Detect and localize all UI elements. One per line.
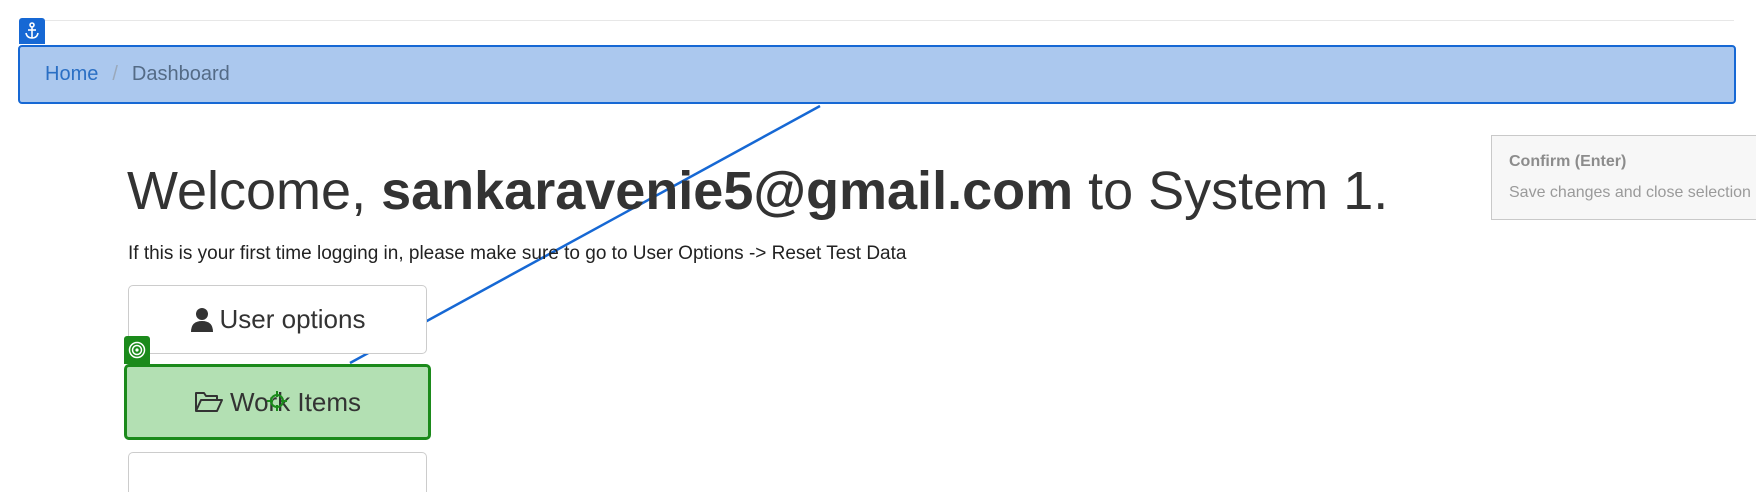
anchor-icon — [19, 18, 45, 44]
user-options-button[interactable]: User options — [128, 285, 427, 354]
breadcrumb-home-link[interactable]: Home — [45, 63, 98, 86]
welcome-username: sankaravenie5@gmail.com — [381, 161, 1074, 221]
tooltip-body: Save changes and close selection — [1509, 184, 1751, 201]
breadcrumb-current: Dashboard — [131, 63, 230, 85]
breadcrumb: Home / Dashboard — [18, 45, 1736, 104]
first-login-instructions: If this is your first time logging in, p… — [128, 243, 907, 264]
user-options-label: User options — [219, 304, 366, 334]
target-icon — [124, 336, 150, 364]
welcome-suffix: to System 1. — [1088, 161, 1389, 221]
breadcrumb-separator: / — [112, 63, 118, 85]
top-divider — [30, 20, 1734, 21]
folder-open-icon — [194, 390, 224, 414]
next-menu-button[interactable] — [128, 452, 427, 492]
confirm-tooltip: Confirm (Enter) Save changes and close s… — [1491, 135, 1756, 220]
user-icon — [190, 307, 214, 333]
crosshair-cursor-icon — [267, 391, 287, 411]
welcome-prefix: Welcome, — [127, 161, 367, 221]
page-title: Welcome, sankaravenie5@gmail.com to Syst… — [127, 160, 1388, 222]
tooltip-title: Confirm (Enter) — [1509, 153, 1627, 170]
work-items-label: Work Items — [230, 386, 361, 417]
